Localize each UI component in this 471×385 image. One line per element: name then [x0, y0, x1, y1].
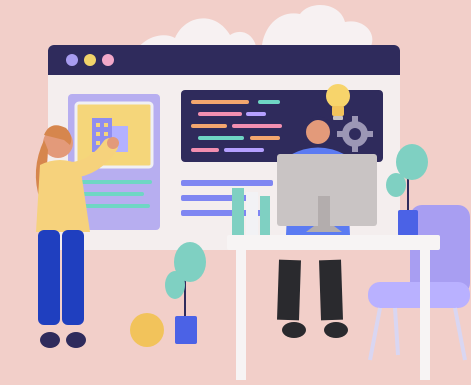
- yellow-ball: [130, 313, 164, 347]
- illustration-scene: [0, 0, 471, 385]
- dot-pink-icon: [102, 54, 114, 66]
- dot-purple-icon: [66, 54, 78, 66]
- computer-monitor: [277, 154, 377, 232]
- dot-yellow-icon: [84, 54, 96, 66]
